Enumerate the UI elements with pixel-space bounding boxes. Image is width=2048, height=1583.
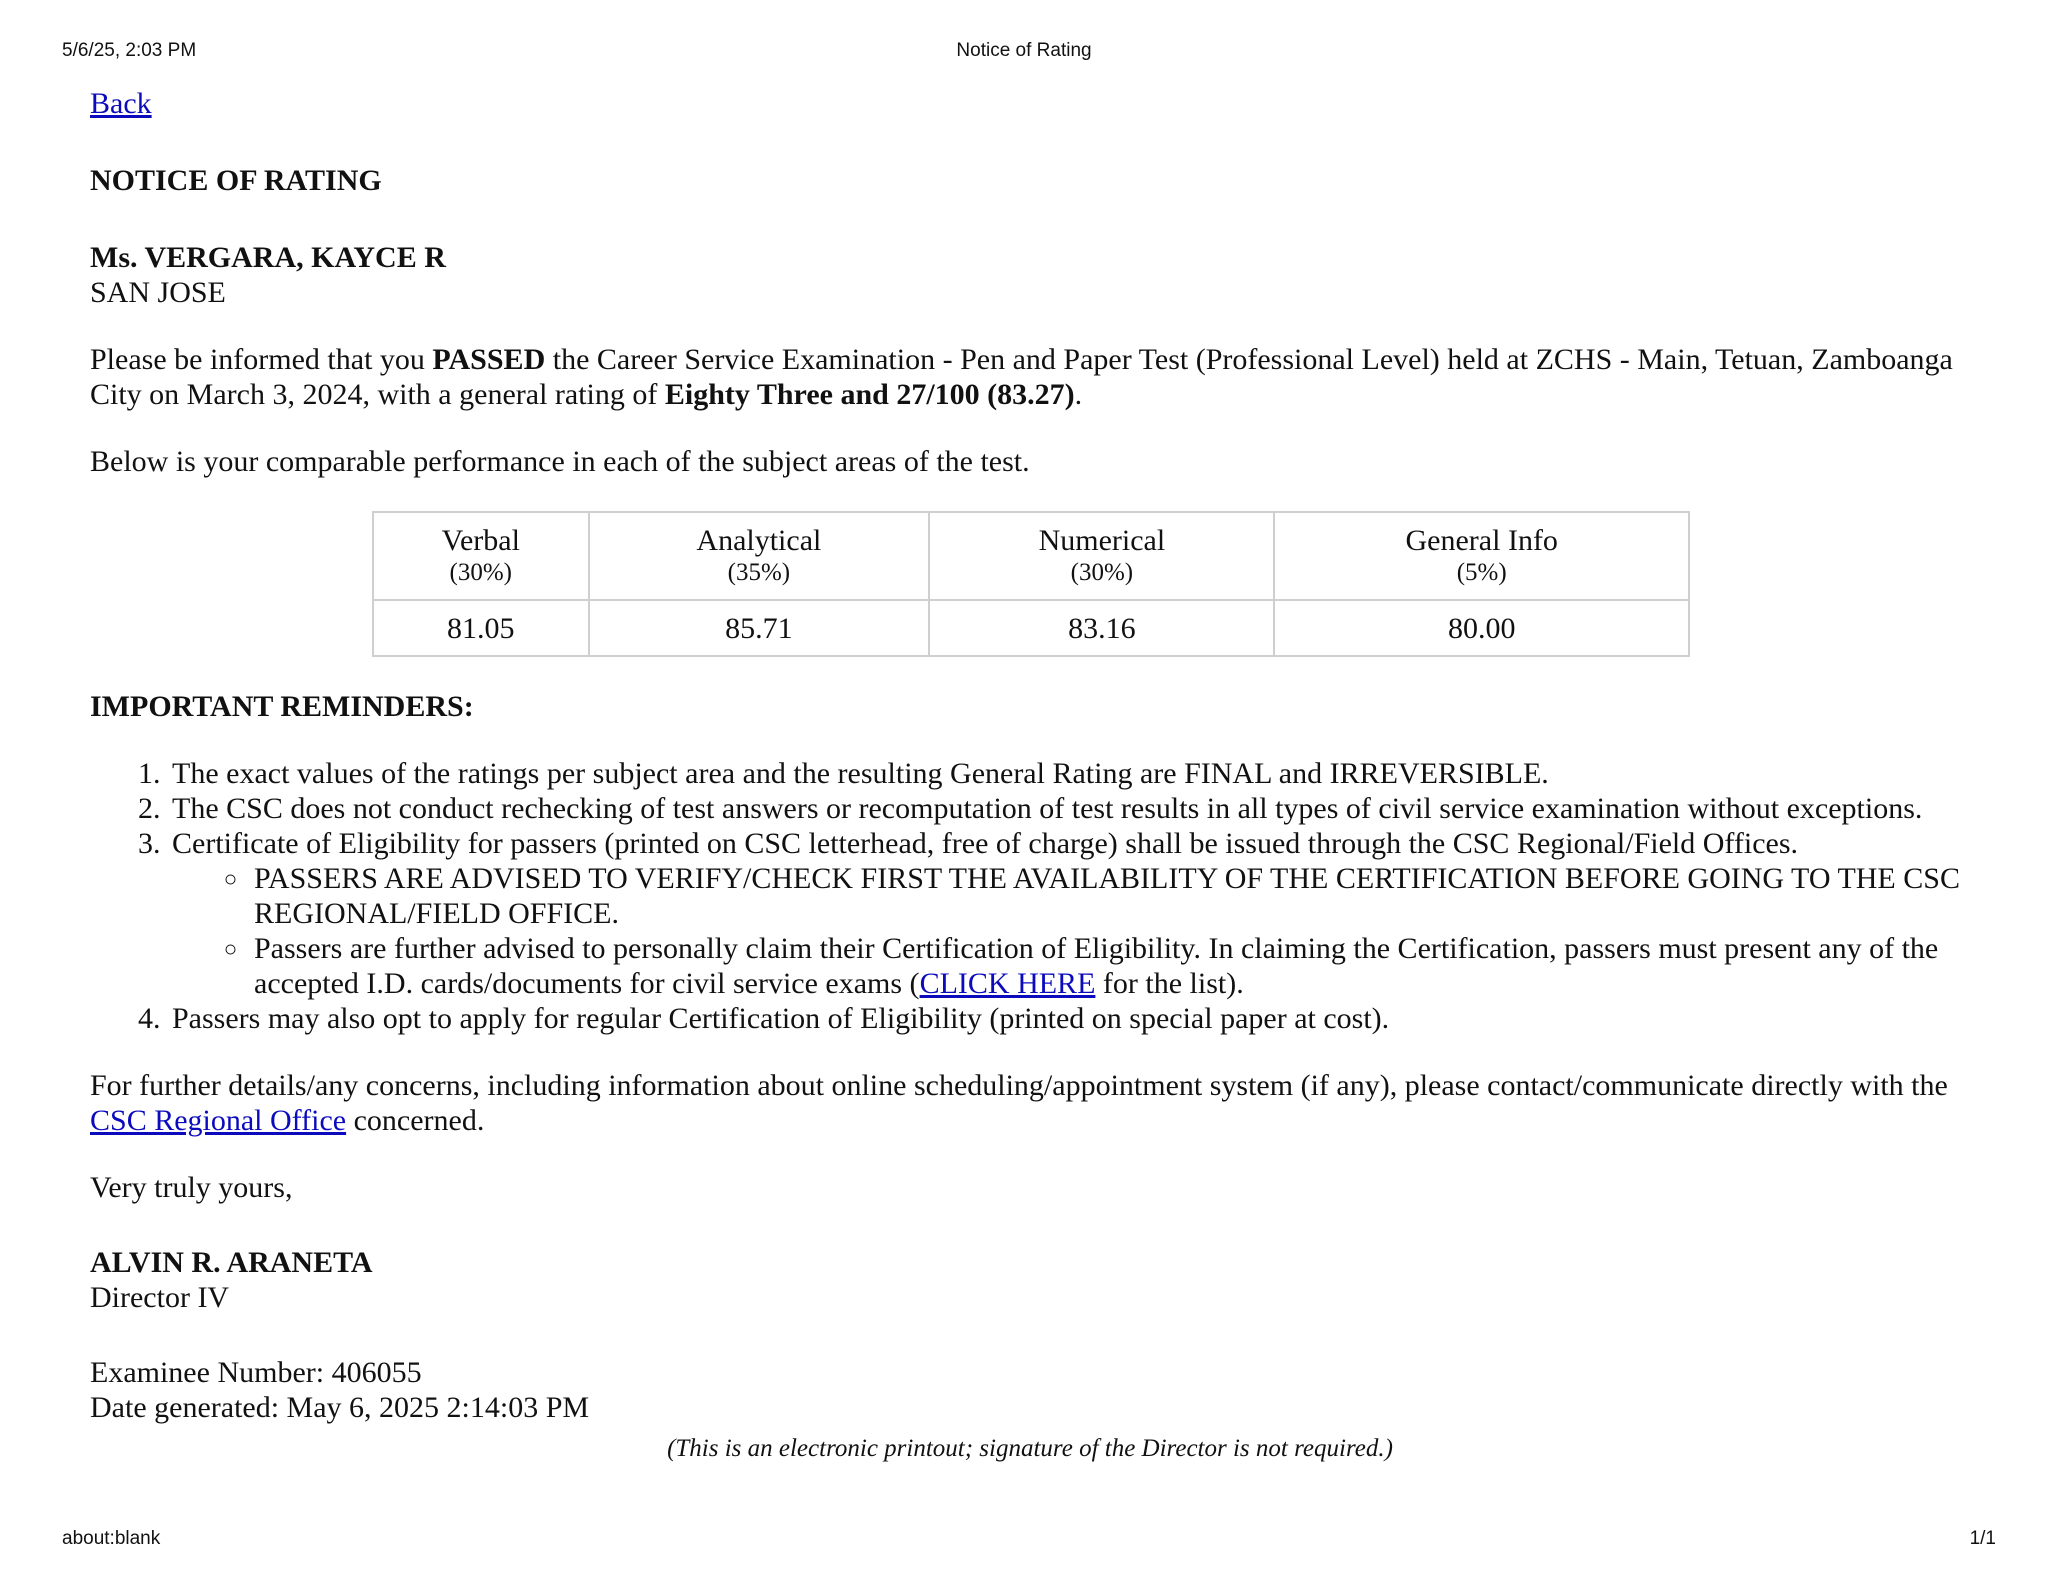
reminder-sublist: PASSERS ARE ADVISED TO VERIFY/CHECK FIRS…: [172, 861, 1990, 1001]
print-url: about:blank: [62, 1528, 161, 1549]
reminder-item-3-text: Certificate of Eligibility for passers (…: [172, 827, 1799, 860]
closing: Very truly yours,: [90, 1171, 293, 1204]
reminder-subitem-1: PASSERS ARE ADVISED TO VERIFY/CHECK FIRS…: [250, 861, 1990, 931]
header-verbal: Verbal (30%): [372, 511, 590, 601]
performance-intro: Below is your comparable performance in …: [90, 445, 1030, 478]
score-numerical: 83.16: [928, 599, 1276, 657]
scores-header-row: Verbal (30%) Analytical (35%) Numerical (30…: [372, 511, 1690, 601]
intro-text-1: Please be informed that you: [90, 343, 433, 376]
print-footer: about:blank 1/1: [0, 1528, 2048, 1552]
signer-name: ALVIN R. ARANETA: [90, 1246, 373, 1279]
scores-table-wrap: Verbal (30%) Analytical (35%) Numerical (30…: [90, 511, 1990, 657]
reminder-item-2: The CSC does not conduct rechecking of t…: [168, 791, 1990, 826]
signer-position: Director IV: [90, 1281, 230, 1314]
print-page-title: Notice of Rating: [956, 40, 1092, 61]
reminder-item-3: Certificate of Eligibility for passers (…: [168, 826, 1990, 1001]
result-paragraph: Please be informed that you PASSED the C…: [90, 342, 1990, 412]
contact-text-2: concerned.: [346, 1104, 485, 1137]
scores-value-row: 81.05 85.71 83.16 80.00: [372, 599, 1690, 657]
contact-text-1: For further details/any concerns, includ…: [90, 1069, 1948, 1102]
pass-status: PASSED: [432, 343, 546, 376]
header-numerical: Numerical (30%): [928, 511, 1276, 601]
examinee-number: Examinee Number: 406055: [90, 1356, 422, 1389]
reminder-subitem-2: Passers are further advised to personall…: [250, 931, 1990, 1001]
back-link[interactable]: Back: [90, 87, 152, 120]
date-generated: Date generated: May 6, 2025 2:14:03 PM: [90, 1391, 590, 1424]
print-page-number: 1/1: [1969, 1528, 1996, 1549]
reminder-item-4: Passers may also opt to apply for regula…: [168, 1001, 1990, 1036]
header-general-info: General Info (5%): [1273, 511, 1690, 601]
id-list-link[interactable]: CLICK HERE: [920, 967, 1096, 1000]
intro-text-3: .: [1074, 378, 1083, 411]
score-verbal: 81.05: [372, 599, 590, 657]
examinee-location: SAN JOSE: [90, 276, 226, 309]
reminders-list: The exact values of the ratings per subj…: [90, 756, 1990, 1036]
subitem-2-text-2: for the list).: [1095, 967, 1244, 1000]
notice-document: Back NOTICE OF RATING Ms. VERGARA, KAYCE…: [90, 86, 1990, 1466]
page-title: NOTICE OF RATING: [90, 164, 382, 197]
general-rating: Eighty Three and 27/100 (83.27): [664, 378, 1075, 411]
regional-office-link[interactable]: CSC Regional Office: [90, 1104, 346, 1137]
print-header: 5/6/25, 2:03 PM Notice of Rating: [0, 40, 2048, 64]
contact-paragraph: For further details/any concerns, includ…: [90, 1068, 1990, 1138]
printout-note: (This is an electronic printout; signatu…: [667, 1435, 1393, 1462]
back-row: Back: [90, 86, 1990, 121]
scores-table: Verbal (30%) Analytical (35%) Numerical (30…: [372, 511, 1690, 657]
header-analytical: Analytical (35%): [587, 511, 931, 601]
score-general-info: 80.00: [1273, 599, 1690, 657]
score-analytical: 85.71: [587, 599, 931, 657]
examinee-name: Ms. VERGARA, KAYCE R: [90, 241, 446, 274]
reminder-item-1: The exact values of the ratings per subj…: [168, 756, 1990, 791]
reminders-title: IMPORTANT REMINDERS:: [90, 690, 474, 723]
